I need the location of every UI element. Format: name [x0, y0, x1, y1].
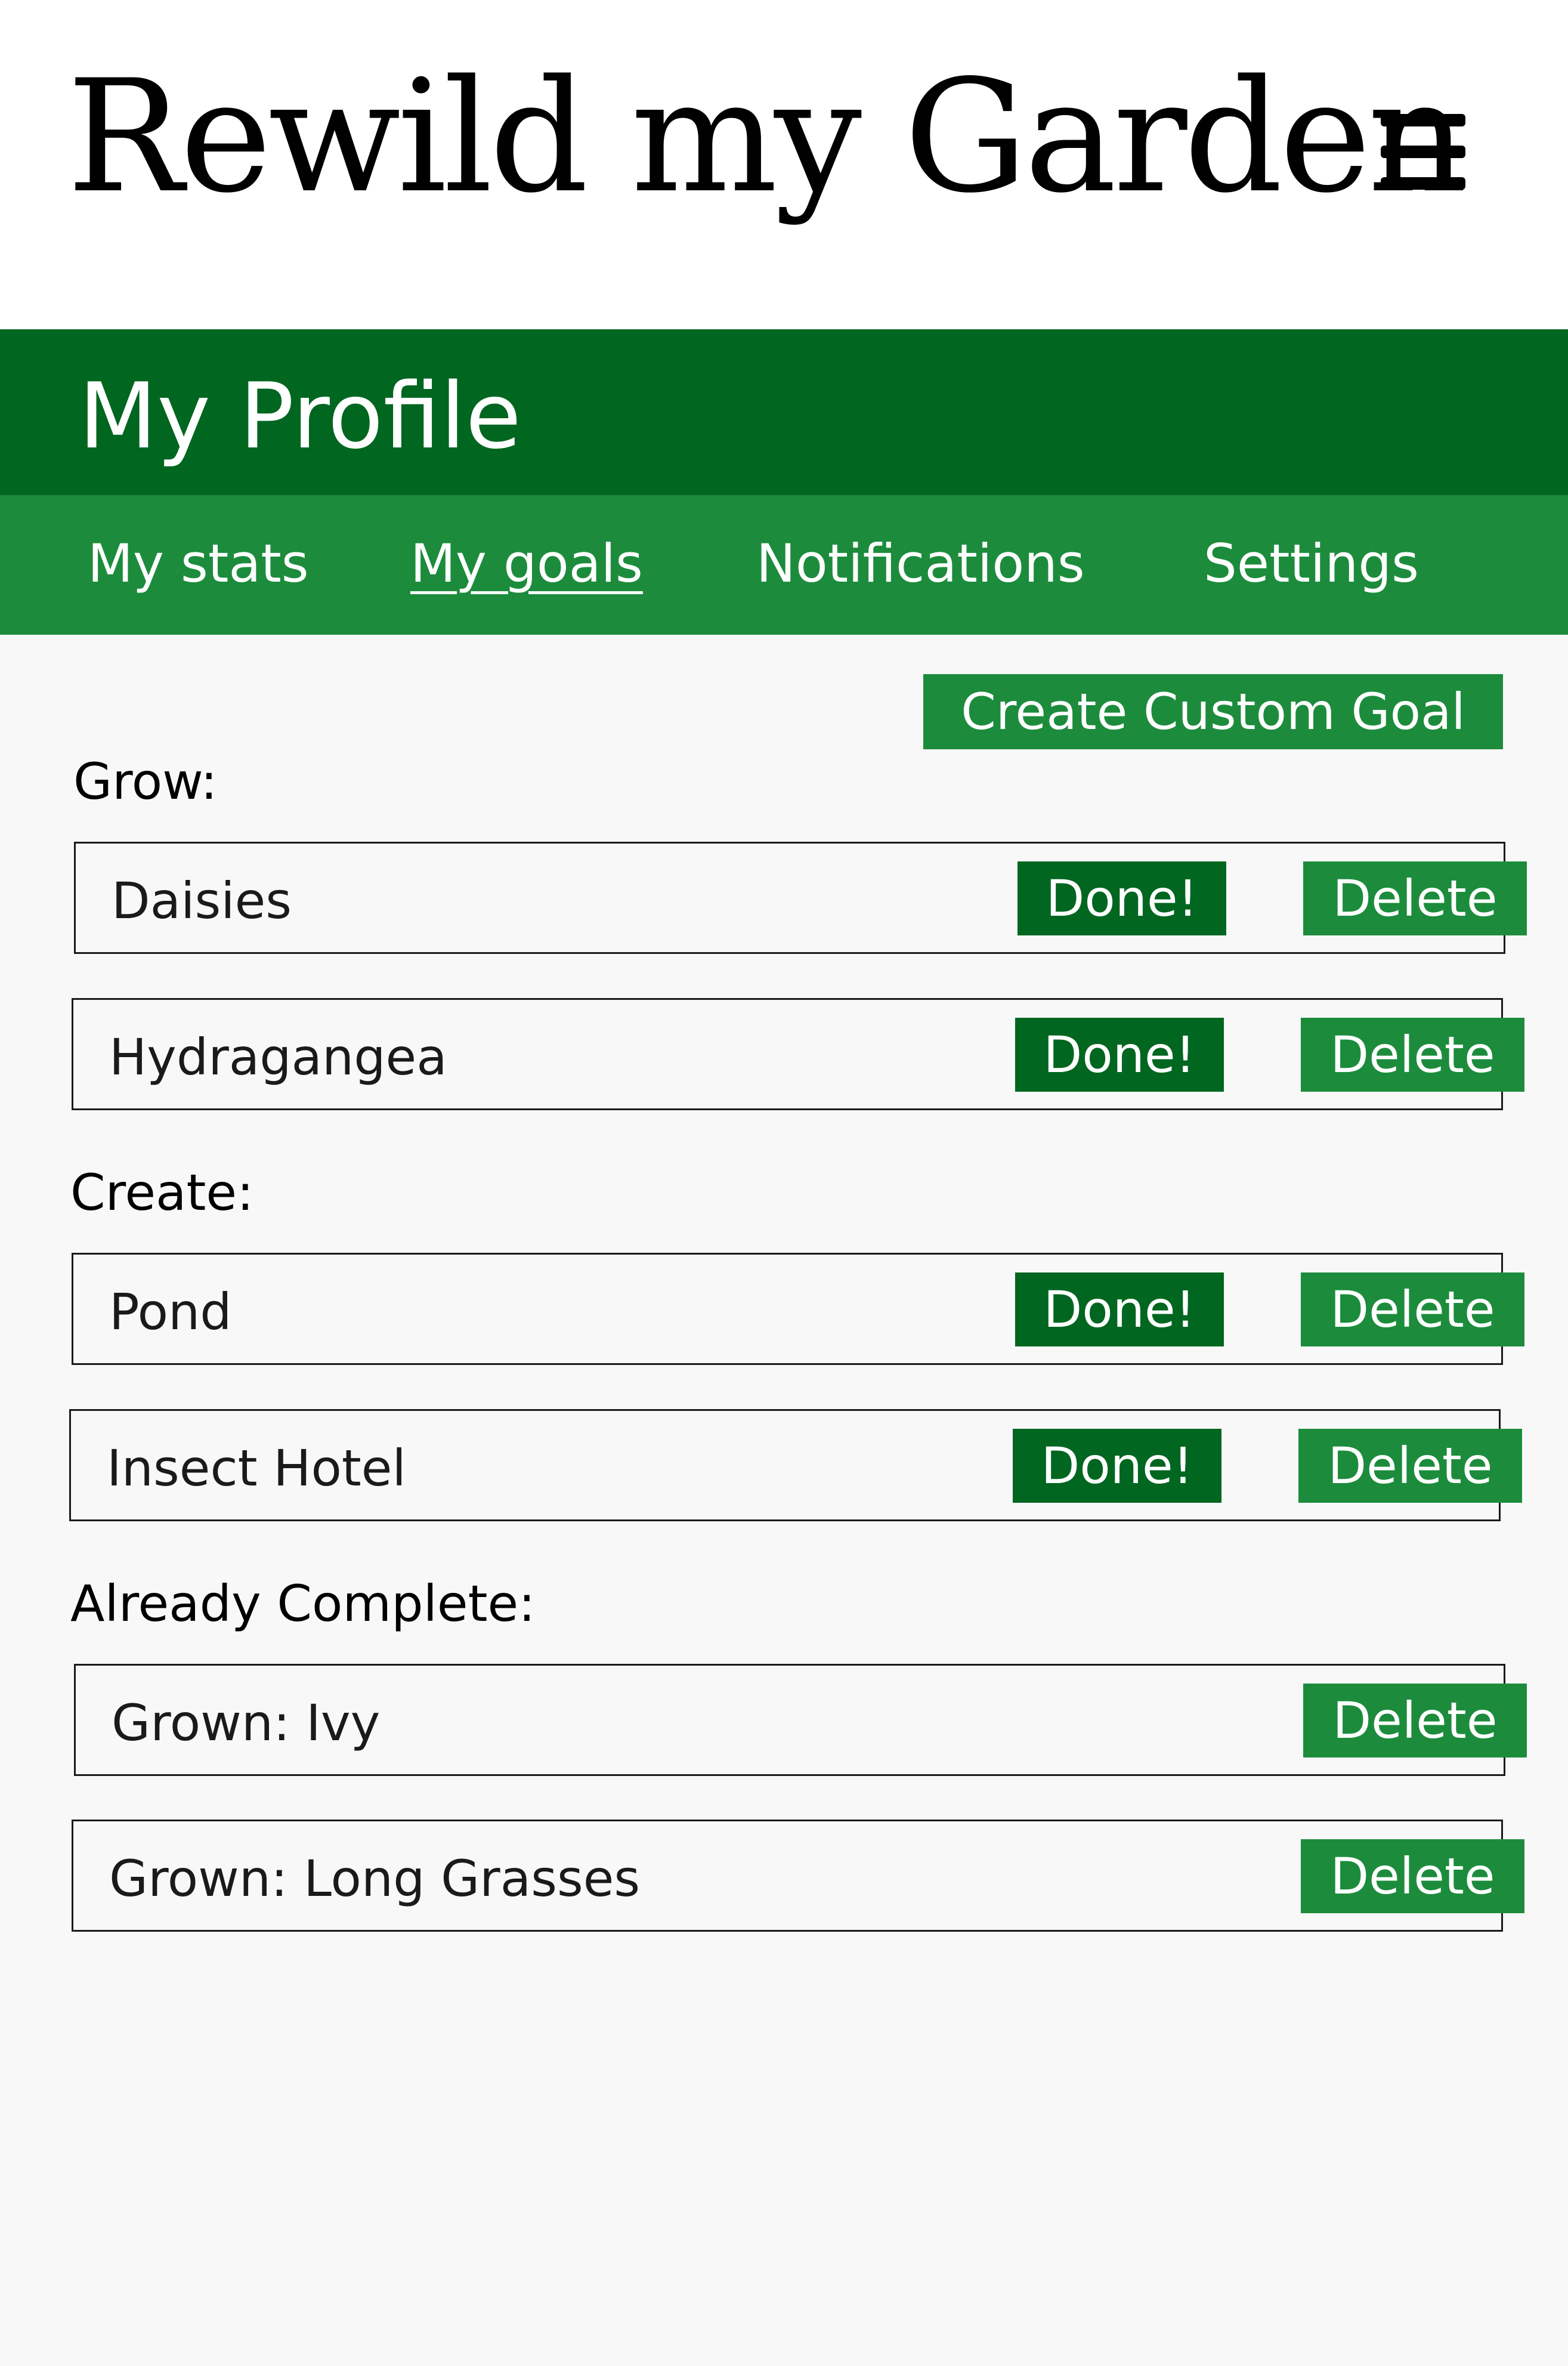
goal-card-pond: Pond Done! Delete: [72, 1253, 1524, 1365]
goal-label: Insect Hotel: [107, 1439, 406, 1497]
goal-card-insect-hotel: Insect Hotel Done! Delete: [69, 1409, 1522, 1521]
goal-card-daisies: Daisies Done! Delete: [74, 842, 1527, 954]
tab-my-goals[interactable]: My goals: [410, 525, 643, 603]
delete-button[interactable]: Delete: [1301, 1839, 1524, 1913]
app-logo[interactable]: Rewild my Garden: [67, 42, 1467, 233]
delete-button[interactable]: Delete: [1301, 1272, 1524, 1346]
done-button[interactable]: Done!: [1013, 1429, 1221, 1503]
page: Rewild my Garden My Profile My stats My …: [0, 0, 1568, 2366]
delete-button[interactable]: Delete: [1303, 1684, 1527, 1757]
done-button[interactable]: Done!: [1015, 1272, 1224, 1346]
delete-button[interactable]: Delete: [1303, 861, 1527, 935]
delete-button[interactable]: Delete: [1301, 1018, 1524, 1092]
goal-card-grown-ivy: Grown: Ivy Delete: [74, 1664, 1527, 1776]
goal-card-hydragangea: Hydragangea Done! Delete: [72, 998, 1524, 1110]
profile-banner: My Profile: [0, 329, 1568, 495]
goal-label: Grown: Long Grasses: [109, 1849, 641, 1908]
tab-settings[interactable]: Settings: [1204, 525, 1419, 603]
app-header: Rewild my Garden: [0, 0, 1568, 329]
goal-label: Daisies: [112, 872, 292, 930]
goal-label: Hydragangea: [109, 1028, 447, 1086]
tab-notifications[interactable]: Notifications: [756, 525, 1085, 603]
section-heading-grow: Grow:: [73, 752, 218, 811]
goal-label: Pond: [109, 1283, 232, 1341]
done-button[interactable]: Done!: [1018, 861, 1226, 935]
tab-my-stats[interactable]: My stats: [88, 525, 309, 603]
done-button[interactable]: Done!: [1015, 1018, 1224, 1092]
menu-button[interactable]: [1375, 110, 1470, 194]
page-title: My Profile: [79, 363, 522, 469]
goal-card-grown-long-grasses: Grown: Long Grasses Delete: [72, 1820, 1524, 1932]
section-heading-already-complete: Already Complete:: [70, 1574, 536, 1633]
delete-button[interactable]: Delete: [1298, 1429, 1522, 1503]
goal-label: Grown: Ivy: [112, 1694, 381, 1752]
profile-tabs: My stats My goals Notifications Settings: [0, 495, 1568, 635]
section-heading-create: Create:: [70, 1163, 254, 1222]
create-custom-goal-button[interactable]: Create Custom Goal: [923, 674, 1503, 749]
